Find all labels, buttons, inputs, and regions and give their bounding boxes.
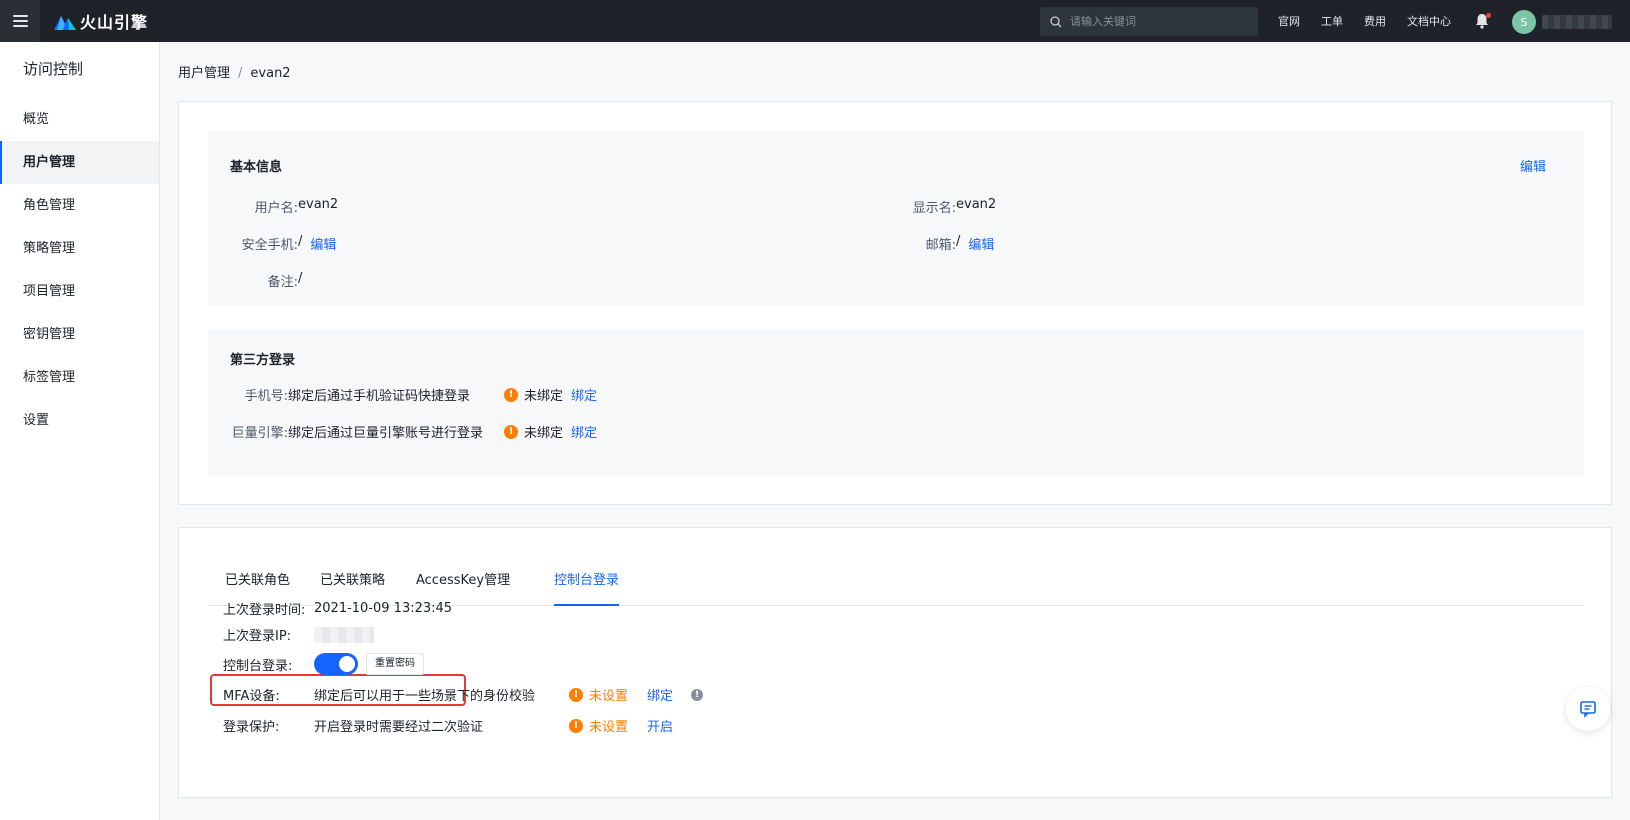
mfa-bind-link[interactable]: 绑定	[647, 685, 673, 704]
last-login-time-row: 上次登录时间: 2021-10-09 13:23:45	[223, 599, 452, 618]
email-label: 邮箱:	[925, 238, 956, 253]
feedback-chat-button[interactable]	[1566, 687, 1610, 731]
login-protection-desc: 开启登录时需要经过二次验证	[314, 720, 484, 735]
last-login-ip-row: 上次登录IP:	[223, 625, 374, 644]
user-detail-tabs-card: 已关联角色 已关联策略 AccessKey管理 控制台登录 上次登录时间: 20…	[178, 527, 1612, 798]
third-party-phone-bind-link[interactable]: 绑定	[571, 385, 597, 404]
reset-password-button[interactable]: 重置密码	[366, 653, 424, 675]
email-edit-link[interactable]: 编辑	[968, 234, 994, 253]
note-label: 备注:	[267, 275, 298, 290]
third-party-phone-label: 手机号:	[244, 389, 288, 404]
sidebar-item-users[interactable]: 用户管理	[0, 141, 159, 184]
sidebar-item-policies[interactable]: 策略管理	[0, 227, 159, 270]
top-link-official-site[interactable]: 官网	[1278, 13, 1300, 29]
search-input[interactable]	[1070, 15, 1240, 28]
top-links: 官网 工单 费用 文档中心	[1278, 0, 1472, 42]
third-party-oceanengine-label: 巨量引擎:	[231, 426, 288, 441]
sidebar-item-settings[interactable]: 设置	[0, 399, 159, 442]
third-party-phone-status: 未绑定	[524, 389, 564, 404]
user-info-card: 基本信息 编辑 用户名: evan2 显示名: evan2 安全手机: / 编辑…	[178, 101, 1612, 505]
search-box[interactable]	[1040, 7, 1258, 36]
basic-info-edit-button[interactable]: 编辑	[1520, 156, 1546, 175]
note-field: 备注: /	[230, 271, 303, 290]
phone-label: 安全手机:	[241, 238, 298, 253]
sidebar: 访问控制 概览 用户管理 角色管理 策略管理 项目管理 密钥管理 标签管理 设置	[0, 42, 160, 820]
login-protection-row: 登录保护: 开启登录时需要经过二次验证 ! 未设置 开启	[223, 716, 673, 735]
login-protection-enable-link[interactable]: 开启	[647, 716, 673, 735]
tab-console-login[interactable]: 控制台登录	[554, 568, 620, 606]
warning-icon: !	[504, 424, 518, 439]
top-link-billing[interactable]: 费用	[1364, 13, 1386, 29]
console-login-toggle[interactable]	[314, 653, 358, 675]
avatar[interactable]: S	[1512, 10, 1536, 34]
third-party-title: 第三方登录	[230, 353, 296, 368]
console-login-row: 控制台登录: 重置密码	[223, 652, 424, 676]
notification-bell-icon[interactable]	[1475, 13, 1491, 29]
warning-icon: !	[504, 387, 518, 402]
warning-icon: !	[569, 687, 583, 702]
email-value: /	[956, 234, 961, 249]
phone-value: /	[298, 234, 303, 249]
notification-dot	[1486, 13, 1491, 18]
mfa-desc: 绑定后可以用于一些场景下的身份校验	[314, 689, 536, 704]
third-party-row-phone: 手机号: 绑定后通过手机验证码快捷登录 ! 未绑定 绑定	[230, 385, 597, 404]
last-login-time-value: 2021-10-09 13:23:45	[314, 601, 453, 616]
username-label: 用户名:	[254, 201, 298, 216]
search-icon	[1050, 15, 1062, 27]
login-protection-status: 未设置	[589, 720, 629, 735]
menu-button[interactable]	[0, 0, 40, 42]
username-field: 用户名: evan2	[230, 197, 339, 216]
sidebar-item-roles[interactable]: 角色管理	[0, 184, 159, 227]
last-login-ip-label: 上次登录IP:	[223, 629, 292, 644]
sidebar-title: 访问控制	[23, 60, 84, 78]
mfa-row: MFA设备: 绑定后可以用于一些场景下的身份校验 ! 未设置 绑定 !	[223, 685, 704, 704]
top-link-docs[interactable]: 文档中心	[1407, 13, 1451, 29]
breadcrumb: 用户管理 / evan2	[178, 62, 291, 81]
brand-logo[interactable]: 火山引擎	[54, 9, 148, 33]
phone-edit-link[interactable]: 编辑	[310, 234, 336, 253]
sidebar-item-tags[interactable]: 标签管理	[0, 356, 159, 399]
last-login-ip-redacted	[314, 626, 374, 643]
top-link-ticket[interactable]: 工单	[1321, 13, 1343, 29]
sidebar-item-projects[interactable]: 项目管理	[0, 270, 159, 313]
breadcrumb-parent[interactable]: 用户管理	[178, 66, 230, 81]
last-login-time-label: 上次登录时间:	[223, 603, 306, 618]
sidebar-item-overview[interactable]: 概览	[0, 98, 159, 141]
third-party-row-oceanengine: 巨量引擎: 绑定后通过巨量引擎账号进行登录 ! 未绑定 绑定	[230, 422, 597, 441]
login-protection-label: 登录保护:	[223, 720, 280, 735]
basic-info-title: 基本信息	[230, 160, 283, 175]
display-name-value: evan2	[956, 197, 997, 212]
hamburger-icon	[12, 15, 28, 27]
brand-name: 火山引擎	[80, 13, 149, 32]
note-value: /	[298, 271, 303, 286]
chat-icon	[1580, 701, 1596, 718]
display-name-field: 显示名: evan2	[888, 197, 997, 216]
sidebar-item-keys[interactable]: 密钥管理	[0, 313, 159, 356]
help-icon[interactable]: !	[691, 688, 704, 701]
third-party-oceanengine-desc: 绑定后通过巨量引擎账号进行登录	[288, 426, 484, 441]
volcano-logo-icon	[54, 16, 76, 30]
third-party-oceanengine-bind-link[interactable]: 绑定	[571, 422, 597, 441]
warning-icon: !	[569, 718, 583, 733]
mfa-label: MFA设备:	[223, 689, 280, 704]
console-login-label: 控制台登录:	[223, 658, 293, 674]
mfa-status: 未设置	[589, 689, 629, 704]
top-navigation-bar: 火山引擎 官网 工单 费用 文档中心 S	[0, 0, 1630, 42]
third-party-oceanengine-status: 未绑定	[524, 426, 564, 441]
username-redacted[interactable]	[1542, 15, 1612, 29]
email-field: 邮箱: / 编辑	[888, 234, 995, 253]
phone-field: 安全手机: / 编辑	[230, 234, 337, 253]
basic-info-panel: 基本信息 编辑 用户名: evan2 显示名: evan2 安全手机: / 编辑…	[208, 131, 1584, 306]
breadcrumb-separator: /	[238, 66, 243, 81]
username-value: evan2	[298, 197, 339, 212]
breadcrumb-current: evan2	[250, 66, 291, 81]
display-name-label: 显示名:	[912, 201, 956, 216]
third-party-phone-desc: 绑定后通过手机验证码快捷登录	[288, 389, 471, 404]
toggle-knob	[339, 656, 355, 672]
third-party-login-panel: 第三方登录 手机号: 绑定后通过手机验证码快捷登录 ! 未绑定 绑定 巨量引擎:…	[208, 329, 1584, 476]
